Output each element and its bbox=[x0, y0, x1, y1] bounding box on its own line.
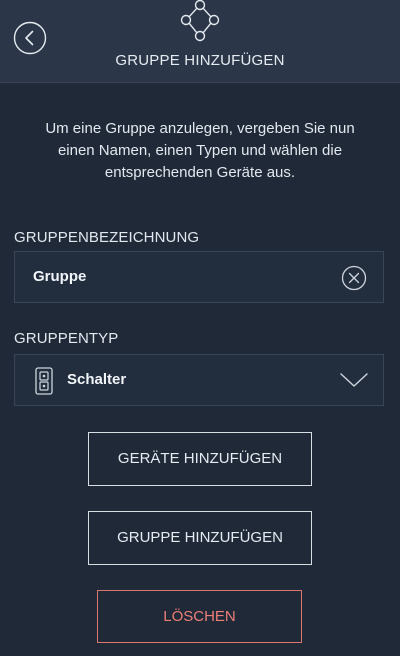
delete-button[interactable]: LÖSCHEN bbox=[97, 590, 302, 643]
header-bar: GRUPPE HINZUFÜGEN bbox=[0, 0, 400, 83]
intro-text: Um eine Gruppe anzulegen, vergeben Sie n… bbox=[45, 120, 355, 181]
add-devices-button[interactable]: GERÄTE HINZUFÜGEN bbox=[88, 432, 312, 486]
page-title: GRUPPE HINZUFÜGEN bbox=[115, 52, 285, 69]
clear-circle-x-icon[interactable] bbox=[341, 265, 367, 291]
group-type-select[interactable]: Schalter bbox=[14, 354, 384, 406]
group-type-label: GRUPPENTYP bbox=[14, 330, 119, 347]
group-name-field[interactable]: Gruppe bbox=[14, 251, 384, 303]
group-name-label: GRUPPENBEZEICHNUNG bbox=[14, 229, 200, 246]
switch-device-icon bbox=[35, 367, 53, 395]
chevron-down-icon[interactable] bbox=[339, 371, 369, 389]
add-group-screen: GRUPPE HINZUFÜGEN Um eine Gruppe anzuleg… bbox=[0, 0, 400, 656]
group-type-value[interactable]: Schalter bbox=[67, 371, 126, 388]
add-group-button[interactable]: GRUPPE HINZUFÜGEN bbox=[88, 511, 312, 565]
group-name-value[interactable]: Gruppe bbox=[33, 268, 86, 285]
group-nodes-icon bbox=[180, 0, 220, 42]
back-arrow-circle-icon[interactable] bbox=[13, 21, 47, 55]
